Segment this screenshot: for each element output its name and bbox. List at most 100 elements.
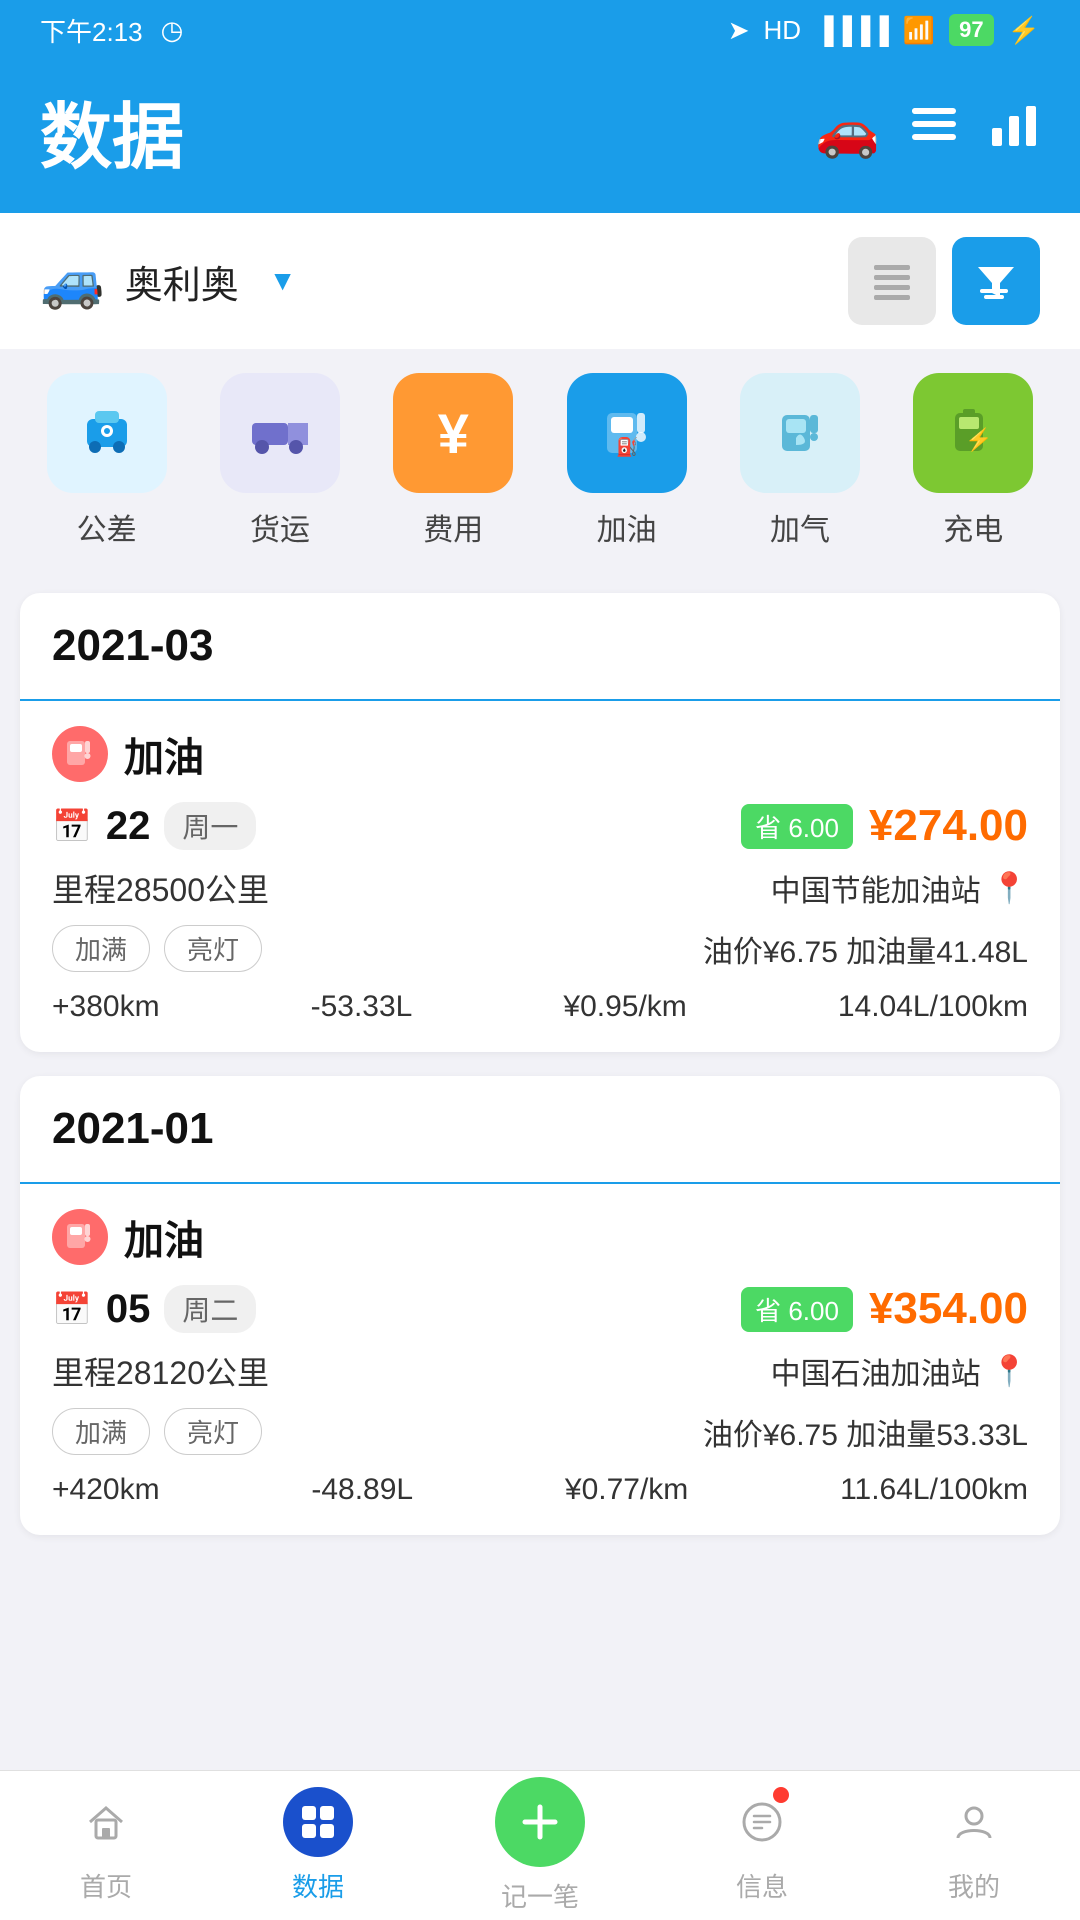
car-list-icon[interactable]: 🚗 [815,100,880,161]
vehicle-selector[interactable]: 🚙 奥利奥 ▼ [0,213,1080,349]
tag-full: 加满 [52,925,150,972]
nav-data[interactable]: 数据 [283,1787,353,1904]
freight-label: 货运 [250,505,310,549]
price-amount: ¥354.00 [869,1284,1028,1334]
record-tags-row: 加满 亮灯 油价¥6.75 加油量53.33L [52,1408,1028,1455]
battery-indicator: 97 [949,14,993,46]
station-name: 中国石油加油站 [771,1349,981,1393]
nav-info[interactable]: 信息 [727,1787,797,1904]
trip-icon-wrap [47,373,167,493]
nav-info-label: 信息 [736,1867,788,1904]
nav-data-label: 数据 [292,1867,344,1904]
category-fuel[interactable]: ⛽ 加油 [567,373,687,549]
category-charge[interactable]: ⚡ 充电 [913,373,1033,549]
cost-label: 费用 [423,505,483,549]
location-icon: 📍 [991,1354,1028,1389]
station-name: 中国节能加油站 [771,866,981,910]
category-trip[interactable]: 公差 [47,373,167,549]
fuel-icon-wrap: ⛽ [567,373,687,493]
save-badge: 省 6.00 [741,1287,853,1332]
record-type-name: 加油 [124,1208,204,1266]
category-gas[interactable]: 加气 [740,373,860,549]
nav-home-label: 首页 [80,1867,132,1904]
nav-add-label: 记一笔 [501,1877,579,1914]
tag-full: 加满 [52,1408,150,1455]
category-tabs: 公差 货运 ¥ 费用 ⛽ 加油 [0,349,1080,573]
gas-label: 加气 [770,505,830,549]
weekday-badge: 周二 [164,1285,256,1333]
alarm-icon: ◷ [161,15,184,46]
charging-icon: ⚡ [1008,15,1040,46]
month-header: 2021-01 [20,1076,1060,1184]
data-icon [283,1787,353,1857]
status-time: 下午2:13 [40,12,143,49]
nav-mine[interactable]: 我的 [939,1787,1009,1904]
stat-fuel-used: -48.89L [311,1473,413,1507]
calendar-icon: 📅 [52,1290,92,1328]
record-stats-row: +380km -53.33L ¥0.95/km 14.04L/100km [52,990,1028,1024]
cost-icon-wrap: ¥ [393,373,513,493]
location-icon: ➤ [728,15,750,46]
tag-light: 亮灯 [164,1408,262,1455]
record-card[interactable]: 加油 📅 05 周二 省 6.00 ¥354.00 里程28120公里 中国石油… [20,1184,1060,1535]
fuel-label: 加油 [597,505,657,549]
list-view-button[interactable] [848,237,936,325]
filter-button[interactable] [952,237,1040,325]
record-card[interactable]: 加油 📅 22 周一 省 6.00 ¥274.00 里程28500公里 中国节能… [20,701,1060,1052]
charge-icon-wrap: ⚡ [913,373,1033,493]
dropdown-arrow-icon: ▼ [269,265,297,297]
bottom-navigation: 首页 数据 记一笔 [0,1770,1080,1920]
trip-label: 公差 [77,505,137,549]
record-stats-row: +420km -48.89L ¥0.77/km 11.64L/100km [52,1473,1028,1507]
mileage-text: 里程28500公里 [52,865,269,911]
price-amount: ¥274.00 [869,801,1028,851]
home-icon [71,1787,141,1857]
record-tags-row: 加满 亮灯 油价¥6.75 加油量41.48L [52,925,1028,972]
tag-light: 亮灯 [164,925,262,972]
nav-home[interactable]: 首页 [71,1787,141,1904]
record-date-row: 📅 05 周二 省 6.00 ¥354.00 [52,1284,1028,1334]
stat-distance: +380km [52,990,160,1024]
fuel-type-icon [52,726,108,782]
save-badge: 省 6.00 [741,804,853,849]
gas-icon-wrap [740,373,860,493]
wifi-icon: 📶 [903,15,935,46]
stat-cost-per-km: ¥0.77/km [565,1473,688,1507]
location-icon: 📍 [991,871,1028,906]
record-mileage-row: 里程28500公里 中国节能加油站 📍 [52,865,1028,911]
vehicle-name: 奥利奥 [125,254,239,309]
chart-icon[interactable] [988,98,1040,163]
record-date: 05 [106,1287,151,1332]
add-icon [495,1777,585,1867]
car-icon: 🚙 [40,251,105,312]
page-title: 数据 [40,78,184,183]
svg-text:⚡: ⚡ [965,427,992,453]
calendar-icon: 📅 [52,807,92,845]
month-group-2021-01: 2021-01 加油 📅 05 周二 省 6.00 ¥354.00 [20,1076,1060,1535]
month-header: 2021-03 [20,593,1060,701]
stat-cost-per-km: ¥0.95/km [563,990,686,1024]
fuel-detail: 油价¥6.75 加油量41.48L [703,927,1028,971]
list-icon[interactable] [908,98,960,163]
nav-add[interactable]: 记一笔 [495,1777,585,1914]
user-icon [939,1787,1009,1857]
signal-bars-icon: ▐▐▐▐ [815,15,889,46]
record-date: 22 [106,804,151,849]
category-freight[interactable]: 货运 [220,373,340,549]
record-mileage-row: 里程28120公里 中国石油加油站 📍 [52,1348,1028,1394]
header: 数据 🚗 [0,60,1080,213]
info-notification-dot [773,1787,789,1803]
fuel-type-icon [52,1209,108,1265]
signal-icon: HD [764,15,802,46]
category-cost[interactable]: ¥ 费用 [393,373,513,549]
stat-distance: +420km [52,1473,160,1507]
charge-label: 充电 [943,505,1003,549]
stat-fuel-used: -53.33L [311,990,413,1024]
status-bar: 下午2:13 ◷ ➤ HD ▐▐▐▐ 📶 97 ⚡ [0,0,1080,60]
weekday-badge: 周一 [164,802,256,850]
record-type-name: 加油 [124,725,204,783]
mileage-text: 里程28120公里 [52,1348,269,1394]
stat-fuel-per-100: 14.04L/100km [838,990,1028,1024]
nav-mine-label: 我的 [948,1867,1000,1904]
stat-fuel-per-100: 11.64L/100km [840,1473,1028,1507]
